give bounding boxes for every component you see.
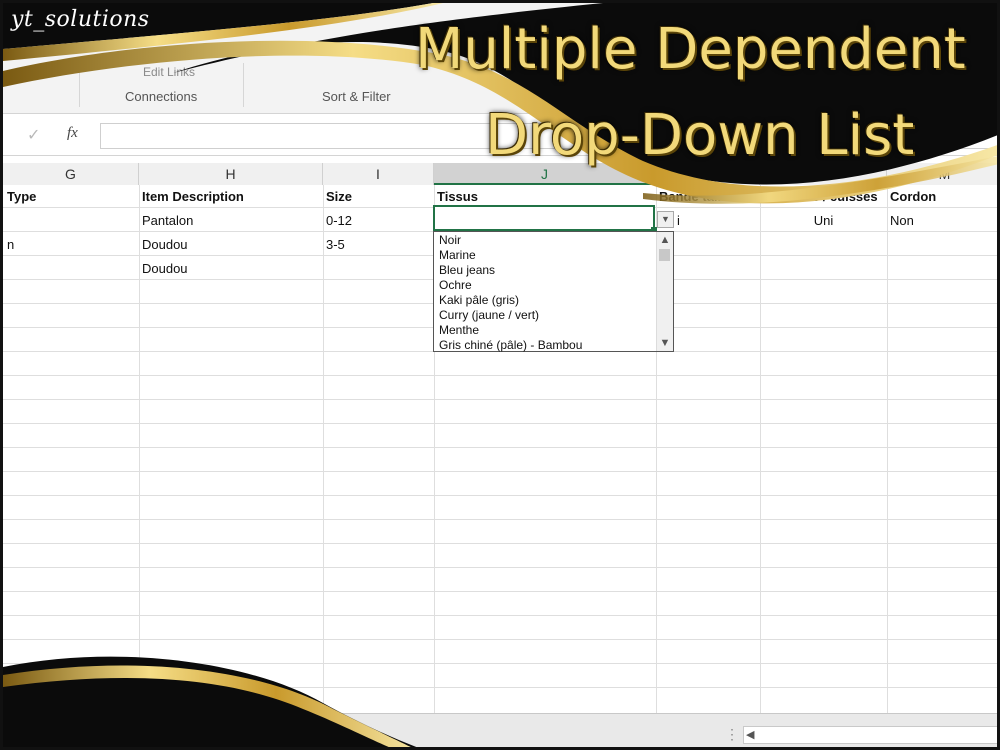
header-cell-item-description[interactable]: Item Description (142, 189, 244, 204)
check-icon[interactable]: ✓ (27, 125, 40, 145)
header-cell-type[interactable]: Type (7, 189, 36, 204)
cell-chevilles-cuisses[interactable]: Uni (760, 213, 887, 228)
ribbon-group-sort-filter: Sort & Filter (322, 89, 391, 104)
sheet-tabs-bar: Orders Dropdowns Tissu + ⋮ ◀ (3, 713, 997, 747)
header-cell-chevilles-cuisses[interactable]: Chevilles / cuisses (762, 189, 886, 204)
app-window: Edit Links Connections Sort & Filter ✓ f… (0, 0, 1000, 750)
header-cell-tissus[interactable]: Tissus (437, 189, 478, 204)
header-cell-cordon[interactable]: Cordon (890, 189, 936, 204)
row-line (3, 615, 997, 616)
tissus-dropdown-list[interactable]: Noir Marine Bleu jeans Ochre Kaki pâle (… (433, 231, 674, 352)
column-header-i[interactable]: I (323, 163, 434, 185)
column-line (760, 185, 761, 713)
cell-type[interactable]: n (7, 237, 14, 252)
dropdown-option[interactable]: Gris chiné (pâle) - Bambou (439, 338, 582, 352)
cell-item-description[interactable]: Doudou (142, 261, 188, 276)
ribbon-separator (79, 63, 80, 107)
dropdown-option[interactable]: Kaki pâle (gris) (439, 293, 519, 307)
header-cell-size[interactable]: Size (326, 189, 352, 204)
insert-function-button[interactable]: fx (67, 125, 78, 142)
row-line (3, 639, 997, 640)
column-line (887, 185, 888, 713)
row-line (3, 423, 997, 424)
row-line (3, 663, 997, 664)
row-line (3, 519, 997, 520)
dropdown-option[interactable]: Menthe (439, 323, 479, 337)
tab-orders[interactable]: Orders (11, 722, 83, 747)
video-title-line-2: Drop-Down List (485, 103, 915, 168)
more-icon[interactable]: ⋮ (725, 726, 739, 743)
edit-links-button[interactable]: Edit Links (143, 65, 195, 79)
row-line (3, 687, 997, 688)
video-title-line-1: Multiple Dependent (415, 17, 966, 82)
column-header-g[interactable]: G (3, 163, 139, 185)
tab-dropdowns[interactable]: Dropdowns (83, 722, 187, 747)
cell-size[interactable]: 0-12 (326, 213, 352, 228)
row-line (3, 399, 997, 400)
tab-tissu[interactable]: Tissu (187, 722, 247, 747)
row-line (3, 447, 997, 448)
dropdown-option[interactable]: Curry (jaune / vert) (439, 308, 539, 322)
dropdown-arrow-button[interactable]: ▼ (657, 211, 674, 228)
dropdown-scrollbar[interactable]: ▲ ▼ (656, 232, 673, 351)
cell-size[interactable]: 3-5 (326, 237, 345, 252)
column-header-h[interactable]: H (139, 163, 323, 185)
column-line (139, 185, 140, 713)
add-sheet-button[interactable]: + (283, 724, 303, 744)
row-line (3, 495, 997, 496)
column-line (323, 185, 324, 713)
horizontal-scrollbar[interactable]: ◀ (743, 726, 997, 744)
cell-bande-taille[interactable]: i (677, 213, 680, 228)
cell-cordon[interactable]: Non (890, 213, 914, 228)
chevron-left-icon[interactable]: ◀ (746, 727, 754, 743)
formula-controls: ✓ fx (3, 123, 95, 149)
row-line (3, 591, 997, 592)
chevron-down-icon[interactable]: ▼ (657, 335, 673, 351)
dropdown-option[interactable]: Bleu jeans (439, 263, 495, 277)
chevron-up-icon[interactable]: ▲ (657, 232, 673, 248)
row-line (3, 471, 997, 472)
dropdown-option[interactable]: Ochre (439, 278, 472, 292)
ribbon-separator (243, 63, 244, 107)
scroll-thumb[interactable] (659, 249, 670, 261)
row-line (3, 543, 997, 544)
dropdown-option[interactable]: Marine (439, 248, 476, 262)
dropdown-option[interactable]: Noir (439, 233, 461, 247)
active-cell-tissus[interactable] (433, 205, 655, 231)
row-line (3, 567, 997, 568)
header-cell-bande-taille[interactable]: Bande taille (659, 189, 732, 204)
row-line (3, 375, 997, 376)
cell-item-description[interactable]: Doudou (142, 237, 188, 252)
channel-logo: yt_solutions (11, 7, 150, 32)
cell-item-description[interactable]: Pantalon (142, 213, 193, 228)
ribbon-group-connections: Connections (125, 89, 198, 104)
